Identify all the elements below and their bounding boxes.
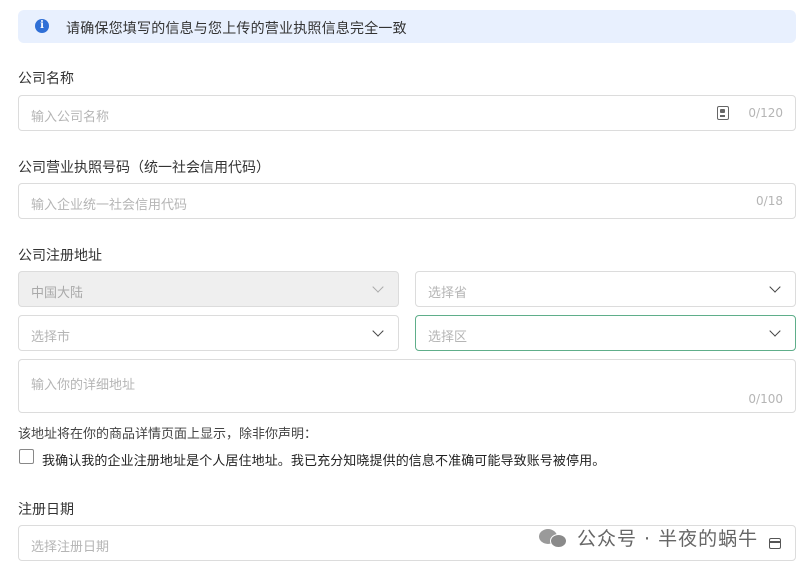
license-number-counter: 0/18 — [756, 194, 783, 208]
residential-address-checkbox[interactable] — [19, 449, 34, 464]
district-select[interactable]: 选择区 — [415, 315, 796, 351]
detail-address-placeholder: 输入你的详细地址 — [31, 378, 136, 393]
city-select[interactable]: 选择市 — [18, 315, 399, 351]
company-name-label: 公司名称 — [18, 71, 74, 87]
chevron-down-icon — [372, 281, 384, 293]
company-name-counter: 0/120 — [748, 106, 783, 120]
company-name-input[interactable]: 输入公司名称 0/120 — [18, 95, 796, 131]
province-placeholder: 选择省 — [428, 286, 468, 301]
notice-text: 请确保您填写的信息与您上传的营业执照信息完全一致 — [66, 21, 407, 37]
watermark-text: 公众号 · 半夜的蜗牛 — [577, 528, 759, 550]
chevron-down-icon[interactable] — [769, 281, 781, 293]
chevron-down-icon[interactable] — [372, 325, 384, 337]
chevron-down-icon[interactable] — [769, 325, 781, 337]
country-value: 中国大陆 — [31, 286, 84, 301]
wechat-icon — [539, 527, 569, 549]
watermark: 公众号 · 半夜的蜗牛 — [539, 524, 758, 551]
license-number-placeholder: 输入企业统一社会信用代码 — [31, 198, 188, 213]
info-icon: i — [35, 19, 49, 33]
company-name-placeholder: 输入公司名称 — [31, 110, 110, 125]
calendar-icon[interactable] — [769, 538, 781, 549]
address-display-hint: 该地址将在你的商品详情页面上显示，除非你声明： — [18, 427, 318, 442]
province-select[interactable]: 选择省 — [415, 271, 796, 307]
license-number-input[interactable]: 输入企业统一社会信用代码 0/18 — [18, 183, 796, 219]
detail-address-textarea[interactable]: 输入你的详细地址 0/100 — [18, 359, 796, 413]
license-number-label: 公司营业执照号码（统一社会信用代码） — [18, 160, 270, 176]
country-select: 中国大陆 — [18, 271, 399, 307]
detail-address-counter: 0/100 — [748, 392, 783, 406]
registration-date-label: 注册日期 — [18, 502, 74, 518]
residential-address-checkbox-label[interactable]: 我确认我的企业注册地址是个人居住地址。我已充分知晓提供的信息不准确可能导致账号被… — [42, 450, 605, 469]
city-placeholder: 选择市 — [31, 330, 71, 345]
info-notice: i 请确保您填写的信息与您上传的营业执照信息完全一致 — [18, 10, 796, 43]
address-label: 公司注册地址 — [18, 248, 102, 264]
district-placeholder: 选择区 — [428, 330, 468, 345]
registration-date-placeholder: 选择注册日期 — [31, 540, 110, 555]
id-card-icon[interactable] — [717, 106, 729, 120]
